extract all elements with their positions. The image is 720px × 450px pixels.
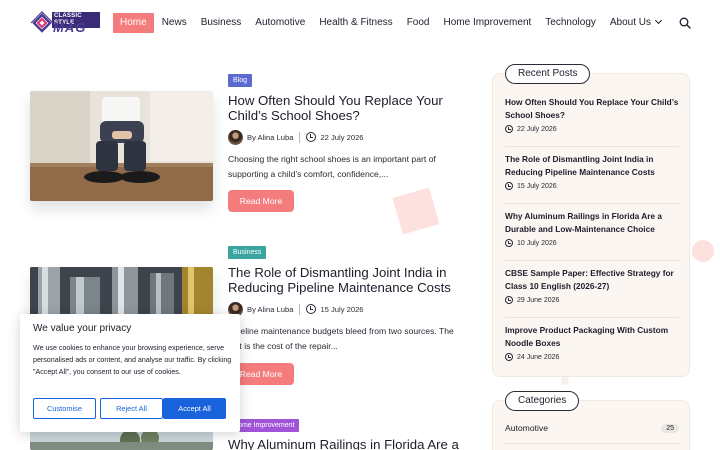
customise-button[interactable]: Customise	[33, 398, 96, 419]
post-thumbnail-school-shoes[interactable]	[30, 91, 213, 201]
chevron-down-icon	[654, 16, 663, 25]
clock-icon	[306, 132, 317, 142]
recent-posts-widget: Recent Posts How Often Should You Replac…	[492, 64, 690, 377]
divider	[505, 443, 679, 444]
recent-post-date-row: 29 June 2026	[505, 296, 679, 304]
post-image-railings	[30, 430, 213, 450]
category-count: 25	[661, 423, 679, 433]
recent-post-date: 15 July 2026	[517, 182, 557, 190]
clock-icon	[306, 304, 317, 314]
recent-post-title[interactable]: How Often Should You Replace Your Child’…	[505, 96, 679, 122]
nav-item-automotive[interactable]: Automotive	[255, 13, 305, 33]
post-date: 22 July 2026	[320, 132, 364, 142]
recent-post-date-row: 15 July 2026	[505, 182, 679, 190]
recent-post-title[interactable]: Why Aluminum Railings in Florida Are a D…	[505, 210, 679, 236]
recent-post-item[interactable]: Why Aluminum Railings in Florida Are a D…	[505, 210, 679, 247]
nav-item-news[interactable]: News	[162, 13, 187, 33]
decorative-circle	[692, 240, 714, 262]
recent-post-item[interactable]: How Often Should You Replace Your Child’…	[505, 96, 679, 133]
reject-all-button[interactable]: Reject All	[100, 398, 163, 419]
nav-item-home-improvement[interactable]: Home Improvement	[443, 13, 531, 33]
search-icon[interactable]	[679, 17, 691, 29]
post-date: 15 July 2026	[320, 304, 364, 314]
category-name[interactable]: Automotive	[505, 423, 548, 433]
post-category-badge[interactable]: Blog	[228, 74, 253, 87]
recent-post-date-row: 10 July 2026	[505, 239, 679, 247]
recent-post-item[interactable]: CBSE Sample Paper: Effective Strategy fo…	[505, 267, 679, 304]
meta-divider	[299, 303, 301, 315]
clock-icon	[505, 353, 513, 361]
nav-item-about-us[interactable]: About Us	[609, 13, 663, 33]
recent-post-date-row: 24 June 2026	[505, 353, 679, 361]
nav-item-business[interactable]: Business	[201, 13, 242, 33]
clock-icon	[505, 239, 513, 247]
recent-post-title[interactable]: CBSE Sample Paper: Effective Strategy fo…	[505, 267, 679, 293]
logo-wordmark: MAG	[53, 20, 87, 35]
author-avatar	[228, 129, 243, 145]
nav-item-about-us-label: About Us	[609, 17, 652, 28]
recent-post-date: 24 June 2026	[517, 353, 560, 361]
recent-post-title[interactable]: Improve Product Packaging With Custom No…	[505, 324, 679, 350]
cookie-text: We use cookies to enhance your browsing …	[33, 344, 232, 376]
recent-post-date-row: 22 July 2026	[505, 125, 679, 133]
recent-post-date: 10 July 2026	[517, 239, 557, 247]
cookie-title: We value your privacy	[33, 323, 132, 334]
clock-icon	[505, 296, 513, 304]
meta-divider	[299, 131, 301, 143]
divider	[505, 203, 679, 204]
post-author[interactable]: By Alina Luba	[247, 133, 293, 142]
post-excerpt: Pipeline maintenance budgets bleed from …	[228, 326, 454, 351]
recent-post-date: 29 June 2026	[517, 296, 560, 304]
clock-icon	[505, 125, 513, 133]
categories-widget: Categories Automotive 25	[492, 391, 690, 450]
divider	[505, 146, 679, 147]
post-author[interactable]: By Alina Luba	[247, 305, 293, 314]
post-title[interactable]: The Role of Dismantling Joint India in R…	[228, 265, 468, 295]
read-more-button[interactable]: Read More	[228, 190, 294, 212]
post-image-school-shoes	[30, 91, 213, 201]
post-meta: By Alina Luba 22 July 2026	[228, 129, 364, 145]
site-logo[interactable]: CLASSIC STYLE MAG	[30, 11, 100, 37]
post-category-badge[interactable]: Business	[228, 246, 267, 259]
recent-post-date: 22 July 2026	[517, 125, 557, 133]
widget-title: Recent Posts	[505, 64, 591, 84]
divider	[505, 260, 679, 261]
clock-icon	[505, 182, 513, 190]
nav-item-food[interactable]: Food	[407, 13, 430, 33]
category-item[interactable]: Automotive 25	[505, 423, 679, 433]
post-thumbnail-aluminum-railings[interactable]	[30, 430, 213, 450]
nav-item-health-fitness[interactable]: Health & Fitness	[319, 13, 392, 33]
recent-post-item[interactable]: The Role of Dismantling Joint India in R…	[505, 153, 679, 190]
nav-item-technology[interactable]: Technology	[545, 13, 596, 33]
site-header: CLASSIC STYLE MAG Home News Business Aut…	[0, 0, 720, 46]
logo-mark-icon	[30, 11, 54, 33]
post-title[interactable]: How Often Should You Replace Your Child’…	[228, 93, 468, 123]
divider	[505, 317, 679, 318]
nav-item-home[interactable]: Home	[113, 13, 154, 33]
post-meta: By Alina Luba 15 July 2026	[228, 301, 364, 317]
recent-post-title[interactable]: The Role of Dismantling Joint India in R…	[505, 153, 679, 179]
cookie-consent-banner: We value your privacy We use cookies to …	[20, 314, 240, 432]
post-title[interactable]: Why Aluminum Railings in Florida Are a	[228, 437, 468, 450]
accept-all-button[interactable]: Accept All	[163, 398, 226, 419]
widget-title: Categories	[505, 391, 580, 411]
decorative-square	[392, 187, 440, 235]
post-excerpt: Choosing the right school shoes is an im…	[228, 154, 436, 179]
decorative-dot	[561, 377, 569, 385]
main-nav: Home News Business Automotive Health & F…	[113, 13, 675, 33]
recent-post-item[interactable]: Improve Product Packaging With Custom No…	[505, 324, 679, 361]
